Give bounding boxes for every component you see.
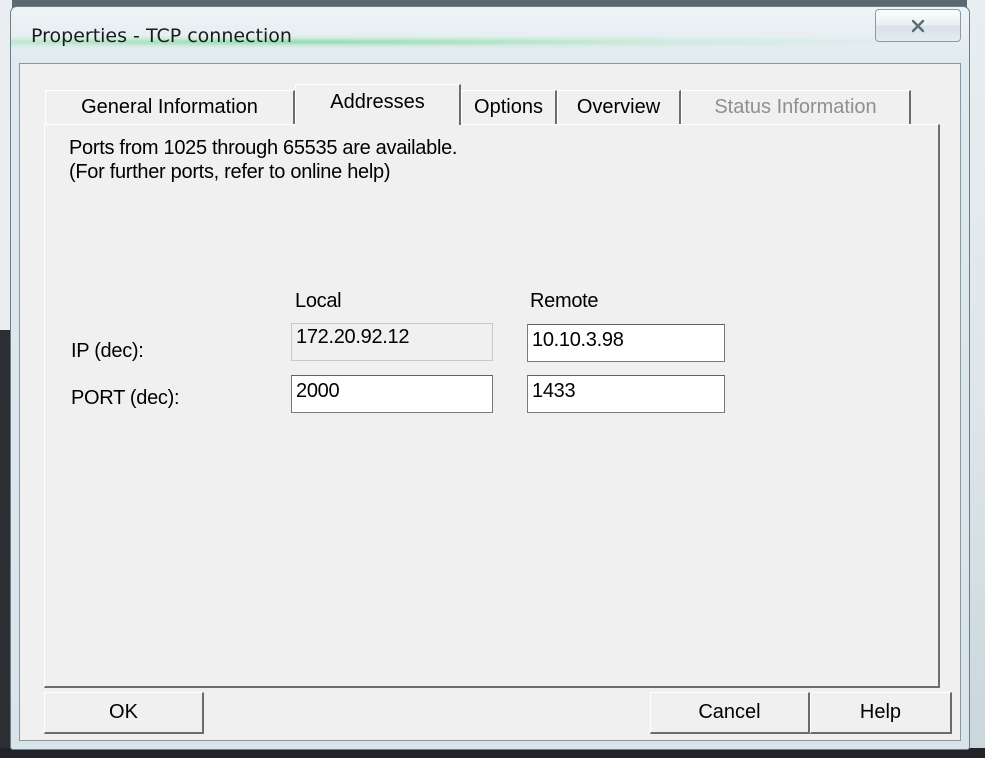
help-button[interactable]: Help (810, 692, 952, 734)
window-title: Properties - TCP connection (31, 25, 292, 47)
properties-dialog: Properties - TCP connection General Info… (10, 6, 970, 750)
local-column-header: Local (295, 290, 342, 312)
remote-port-field[interactable]: 1433 (527, 375, 725, 413)
ports-info-text: Ports from 1025 through 65535 are availa… (69, 137, 458, 159)
tab-label: Addresses (330, 91, 425, 113)
addresses-panel: Ports from 1025 through 65535 are availa… (44, 124, 940, 688)
local-ip-field: 172.20.92.12 (291, 323, 493, 361)
tab-status-information: Status Information (681, 90, 911, 124)
tab-addresses[interactable]: Addresses (295, 84, 461, 125)
ip-label: IP (dec): (71, 340, 144, 362)
local-port-field[interactable]: 2000 (291, 375, 493, 413)
tab-general-information[interactable]: General Information (45, 90, 295, 124)
close-icon (911, 19, 925, 32)
tab-label: Status Information (714, 96, 877, 118)
cancel-button[interactable]: Cancel (650, 692, 810, 734)
tab-label: Overview (576, 96, 661, 118)
tab-options[interactable]: Options (461, 90, 557, 124)
tab-label: General Information (81, 96, 258, 118)
tab-label: Options (474, 96, 543, 118)
ports-help-text: (For further ports, refer to online help… (69, 161, 391, 183)
dialog-client-area: General Information Addresses Options Ov… (19, 63, 961, 741)
tab-overview[interactable]: Overview (557, 90, 681, 124)
ok-button[interactable]: OK (44, 692, 204, 734)
close-button[interactable] (875, 9, 961, 42)
port-label: PORT (dec): (71, 387, 180, 409)
remote-ip-field[interactable]: 10.10.3.98 (527, 324, 725, 362)
remote-column-header: Remote (530, 290, 599, 312)
